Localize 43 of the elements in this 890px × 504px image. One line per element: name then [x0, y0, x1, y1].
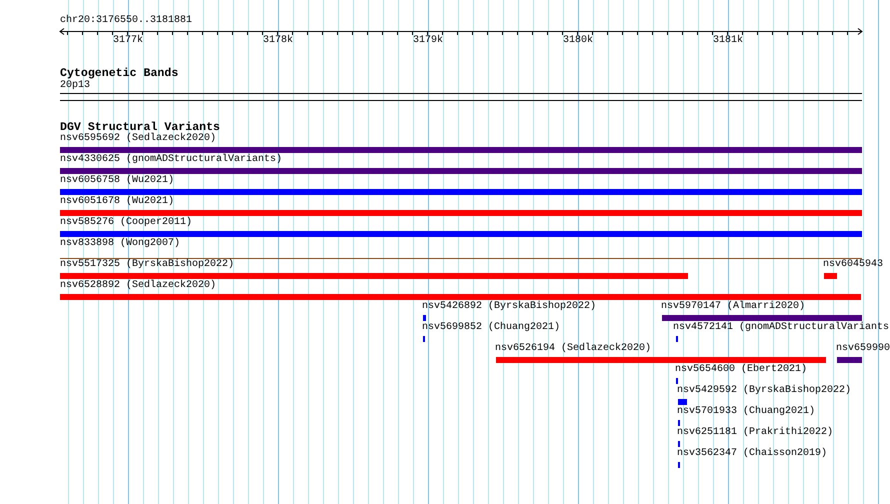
- variant-bar[interactable]: [678, 399, 687, 405]
- tick-label: 3179k: [413, 35, 443, 47]
- variant-line[interactable]: [60, 258, 862, 259]
- track-title: DGV Structural Variants: [60, 121, 220, 134]
- variant-bar[interactable]: [60, 168, 862, 174]
- variant-bar[interactable]: [60, 210, 862, 216]
- tick-label: 3180k: [563, 35, 593, 47]
- variant-label: nsv5970147 (Almarri2020): [661, 301, 806, 313]
- tick-label: 3178k: [263, 35, 293, 47]
- variant-label: nsv4572141 (gnomADStructuralVariants: [673, 322, 890, 334]
- location-label: chr20:3176550..3181881: [60, 15, 192, 27]
- variant-bar[interactable]: [60, 147, 862, 153]
- variant-label: nsv6595692 (Sedlazeck2020): [60, 133, 216, 145]
- variant-bar[interactable]: [60, 231, 862, 237]
- variant-label: nsv5517325 (ByrskaBishop2022): [60, 259, 234, 271]
- variant-bar[interactable]: [824, 273, 837, 279]
- variant-label: nsv6526194 (Sedlazeck2020): [495, 343, 652, 355]
- variant-label: nsv3562347 (Chaisson2019): [677, 448, 828, 460]
- variant-label: nsv659990: [836, 343, 890, 355]
- band-label: 20p13: [60, 80, 90, 92]
- variant-label: nsv833898 (Wong2007): [60, 238, 180, 250]
- variant-label: nsv585276 (Cooper2011): [60, 217, 192, 229]
- variant-label: nsv4330625 (gnomADStructuralVariants): [60, 154, 282, 166]
- variant-bar[interactable]: [60, 273, 688, 279]
- variant-label: nsv6528892 (Sedlazeck2020): [60, 280, 216, 292]
- variant-bar[interactable]: [496, 357, 826, 363]
- variant-label: nsv5426892 (ByrskaBishop2022): [422, 301, 596, 313]
- tick-label: 3181k: [713, 35, 743, 47]
- variant-label: nsv6051678 (Wu2021): [60, 196, 174, 208]
- variant-label: nsv6045943: [823, 259, 884, 271]
- tick-label: 3177k: [113, 35, 143, 47]
- variant-bar[interactable]: [60, 189, 862, 195]
- variant-bar[interactable]: [423, 315, 426, 321]
- track-title: Cytogenetic Bands: [60, 67, 178, 80]
- variant-label: nsv5429592 (ByrskaBishop2022): [677, 385, 852, 397]
- variant-label: nsv5701933 (Chuang2021): [677, 406, 816, 418]
- variant-label: nsv6056758 (Wu2021): [60, 175, 174, 187]
- variant-label: nsv5699852 (Chuang2021): [422, 322, 560, 334]
- variant-label: nsv5654600 (Ebert2021): [675, 364, 808, 376]
- variant-bar[interactable]: [60, 294, 861, 300]
- variant-bar[interactable]: [662, 315, 862, 321]
- variant-label: nsv6251181 (Prakrithi2022): [677, 427, 834, 439]
- variant-bar[interactable]: [837, 357, 862, 363]
